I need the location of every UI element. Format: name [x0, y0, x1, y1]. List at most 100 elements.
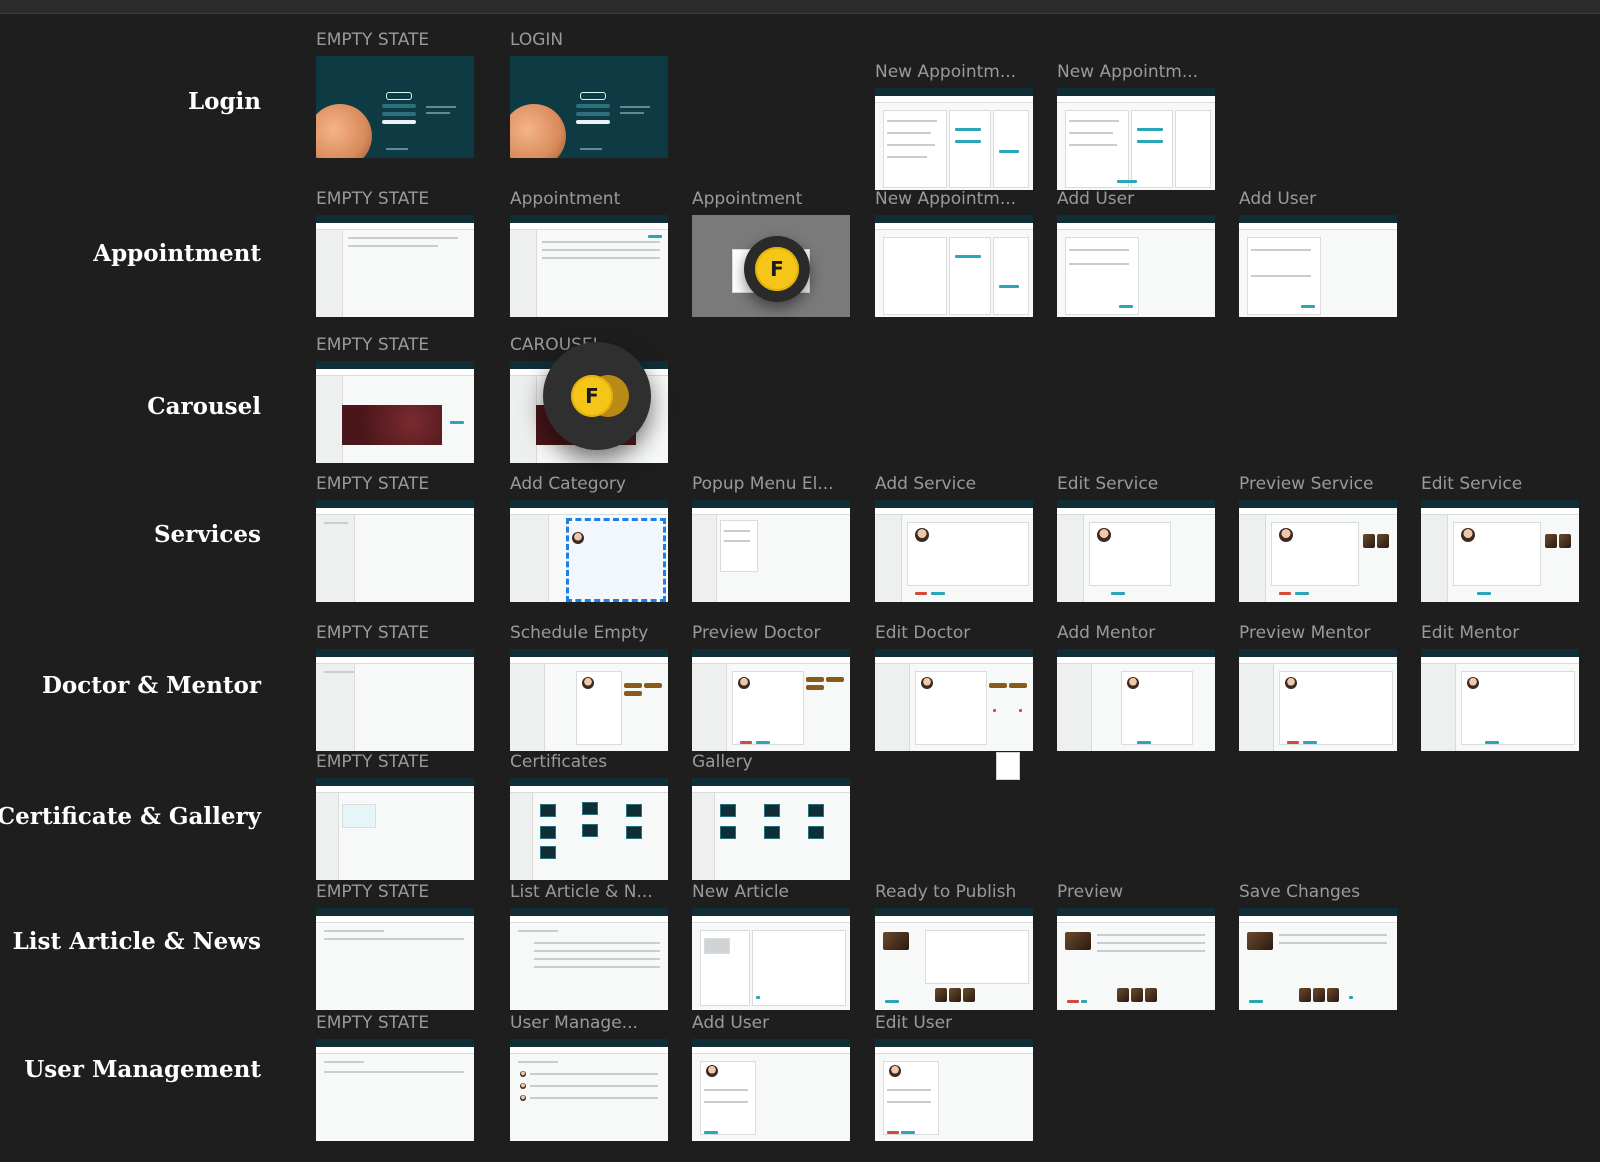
detached-mini-card[interactable]	[996, 752, 1020, 780]
frame-add-user-1[interactable]: Add User	[1057, 189, 1215, 317]
frame-appointment-list[interactable]: Appointment	[510, 189, 668, 317]
app-subheader	[875, 223, 1033, 230]
frame-title: EMPTY STATE	[316, 1013, 430, 1033]
app-header	[1057, 649, 1215, 657]
gallery-thumb	[764, 826, 780, 839]
frame-login-empty-state[interactable]: EMPTY STATE	[316, 30, 474, 158]
frame-add-user-3[interactable]: Add User	[692, 1013, 850, 1141]
frame-gallery[interactable]: Gallery	[692, 752, 850, 880]
accent-bar	[756, 996, 760, 999]
frame-schedule-empty[interactable]: Schedule Empty	[510, 623, 668, 751]
frame-popup-menu[interactable]: Popup Menu El...	[692, 474, 850, 602]
frame-add-service[interactable]: Add Service	[875, 474, 1033, 602]
frame-new-appointment-3[interactable]: New Appointm...	[875, 189, 1033, 317]
frame-certificates[interactable]: Certificates	[510, 752, 668, 880]
frame-title: New Appointm...	[875, 189, 1017, 209]
app-header	[1239, 500, 1397, 508]
app-subheader	[316, 1047, 474, 1054]
carousel-banner	[342, 405, 442, 445]
frame-edit-mentor[interactable]: Edit Mentor	[1421, 623, 1579, 751]
logo-icon	[386, 92, 412, 100]
frame-ready-to-publish[interactable]: Ready to Publish	[875, 882, 1033, 1010]
text-line	[1097, 942, 1205, 944]
frame-thumbnail	[510, 649, 668, 751]
frame-new-appointment-1[interactable]: New Appointm...	[875, 62, 1033, 190]
frame-users-empty-state[interactable]: EMPTY STATE	[316, 1013, 474, 1141]
accent-bar	[1137, 741, 1151, 744]
collaborator-avatar-large[interactable]: F	[543, 342, 651, 450]
frame-save-changes[interactable]: Save Changes	[1239, 882, 1397, 1010]
app-sidebar	[316, 793, 339, 880]
text-line	[518, 1061, 558, 1063]
text-line	[1069, 120, 1119, 122]
photo-thumb	[963, 988, 975, 1002]
accent-bar	[999, 285, 1019, 288]
delete-bar	[740, 741, 752, 744]
collaborator-avatar-small[interactable]: F	[744, 236, 810, 302]
design-canvas: Login Appointment Carousel Services Doct…	[0, 0, 1600, 1162]
row-label-appointment: Appointment	[93, 240, 261, 267]
accent-bar	[704, 1131, 718, 1134]
app-header	[692, 649, 850, 657]
row-label-list-article-news: List Article & News	[12, 928, 261, 955]
app-header	[510, 908, 668, 916]
frame-list-article-news[interactable]: List Article & N...	[510, 882, 668, 1010]
frame-thumbnail	[510, 215, 668, 317]
frame-preview-service[interactable]: Preview Service	[1239, 474, 1397, 602]
gallery-thumb	[720, 804, 736, 817]
app-subheader	[1239, 916, 1397, 923]
frame-edit-service-2[interactable]: Edit Service	[1421, 474, 1579, 602]
text-line	[1069, 144, 1117, 146]
accent-bar	[1081, 1000, 1087, 1003]
frame-edit-doctor[interactable]: Edit Doctor	[875, 623, 1033, 751]
frame-login[interactable]: LOGIN	[510, 30, 668, 158]
delete-bar	[1279, 592, 1291, 595]
text-line	[1069, 249, 1129, 251]
app-subheader	[692, 508, 850, 515]
accent-bar	[1117, 180, 1137, 183]
accent-bar	[1137, 128, 1163, 131]
accent-bar	[901, 1131, 915, 1134]
frame-preview-article[interactable]: Preview	[1057, 882, 1215, 1010]
frame-appointment-empty-state[interactable]: EMPTY STATE	[316, 189, 474, 317]
frame-certificate-empty-state[interactable]: EMPTY STATE	[316, 752, 474, 880]
app-header	[316, 500, 474, 508]
text-line	[348, 245, 438, 247]
text-line	[1097, 934, 1205, 936]
photo-thumb	[949, 988, 961, 1002]
text-line	[887, 1101, 931, 1103]
frame-preview-mentor[interactable]: Preview Mentor	[1239, 623, 1397, 751]
cover-photo	[1065, 932, 1091, 950]
frame-add-user-2[interactable]: Add User	[1239, 189, 1397, 317]
schedule-badge	[806, 677, 824, 682]
frame-preview-doctor[interactable]: Preview Doctor	[692, 623, 850, 751]
frame-article-empty-state[interactable]: EMPTY STATE	[316, 882, 474, 1010]
frame-edit-service-1[interactable]: Edit Service	[1057, 474, 1215, 602]
schedule-badge	[644, 683, 662, 688]
frame-user-management[interactable]: User Manage...	[510, 1013, 668, 1141]
frame-doctor-empty-state[interactable]: EMPTY STATE	[316, 623, 474, 751]
frame-new-appointment-2[interactable]: New Appointm...	[1057, 62, 1215, 190]
app-subheader	[1239, 657, 1397, 664]
frame-add-mentor[interactable]: Add Mentor	[1057, 623, 1215, 751]
frame-services-empty-state[interactable]: EMPTY STATE	[316, 474, 474, 602]
accent-bar	[999, 150, 1019, 153]
app-header	[316, 778, 474, 786]
app-subheader	[1057, 508, 1215, 515]
frame-edit-user[interactable]: Edit User	[875, 1013, 1033, 1141]
frame-title: Edit Service	[1057, 474, 1159, 494]
frame-title: Preview	[1057, 882, 1124, 902]
delete-bar	[887, 1131, 899, 1134]
calendar-panel	[949, 237, 991, 315]
frame-add-category[interactable]: Add Category	[510, 474, 668, 602]
table-row	[530, 1073, 658, 1075]
form-panel	[883, 237, 947, 315]
frame-title: Popup Menu El...	[692, 474, 834, 494]
app-subheader	[1057, 657, 1215, 664]
input-shape	[576, 112, 610, 116]
frame-new-article[interactable]: New Article	[692, 882, 850, 1010]
frame-carousel-empty-state[interactable]: EMPTY STATE	[316, 335, 474, 463]
row-label-login: Login	[187, 88, 261, 115]
frame-title: New Appointm...	[1057, 62, 1199, 82]
app-header	[875, 215, 1033, 223]
